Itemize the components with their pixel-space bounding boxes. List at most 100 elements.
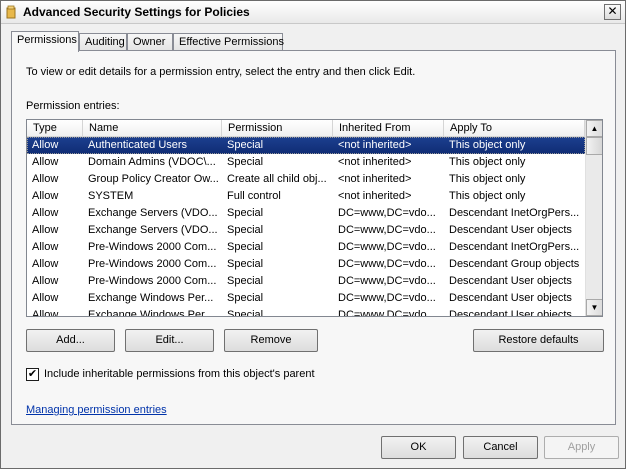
cell-permission: Special: [227, 139, 264, 151]
cell-name: Exchange Windows Per...: [88, 309, 214, 317]
list-rows: Allow Authenticated Users Special <not inhe…: [27, 137, 585, 317]
include-inheritable-checkbox[interactable]: ✔: [26, 368, 39, 381]
remove-button[interactable]: Remove: [224, 329, 318, 352]
cell-name: Exchange Windows Per...: [88, 292, 214, 304]
table-row[interactable]: Allow SYSTEM Full control <not inherited> Th…: [27, 188, 585, 205]
cell-apply-to: Descendant User objects: [449, 275, 572, 287]
cell-name: Domain Admins (VDOC\...: [88, 156, 216, 168]
cell-inherited-from: DC=www,DC=vdo...: [338, 241, 436, 253]
cell-permission: Full control: [227, 190, 281, 202]
cell-type: Allow: [32, 309, 59, 317]
column-header-type[interactable]: Type: [27, 120, 83, 137]
scroll-up-button[interactable]: ▲: [586, 120, 602, 137]
cell-name: Pre-Windows 2000 Com...: [88, 275, 217, 287]
window-title: Advanced Security Settings for Policies: [23, 5, 250, 19]
column-header-permission[interactable]: Permission: [222, 120, 333, 137]
cell-type: Allow: [32, 292, 59, 304]
cell-name: Pre-Windows 2000 Com...: [88, 241, 217, 253]
cell-permission: Special: [227, 292, 264, 304]
column-header-inherited-from[interactable]: Inherited From: [333, 120, 444, 137]
cell-type: Allow: [32, 258, 59, 270]
cell-inherited-from: DC=www,DC=vdo...: [338, 258, 436, 270]
column-header-name[interactable]: Name: [83, 120, 222, 137]
include-inheritable-label: Include inheritable permissions from thi…: [44, 368, 315, 380]
cell-name: Exchange Servers (VDO...: [88, 224, 218, 236]
permission-entries-label: Permission entries:: [26, 100, 120, 112]
vertical-scrollbar[interactable]: ▲ ▼: [585, 120, 602, 316]
cell-apply-to: This object only: [449, 139, 526, 151]
cell-type: Allow: [32, 173, 59, 185]
cell-type: Allow: [32, 275, 59, 287]
cell-permission: Special: [227, 224, 264, 236]
cell-apply-to: Descendant User objects: [449, 292, 572, 304]
cell-inherited-from: DC=www,DC=vdo...: [338, 292, 436, 304]
table-row[interactable]: Allow Exchange Servers (VDO... Special DC=w…: [27, 205, 585, 222]
tab-auditing[interactable]: Auditing: [79, 33, 127, 51]
edit-button[interactable]: Edit...: [125, 329, 214, 352]
cell-type: Allow: [32, 241, 59, 253]
cell-apply-to: This object only: [449, 173, 526, 185]
apply-button[interactable]: Apply: [544, 436, 619, 459]
cancel-button[interactable]: Cancel: [463, 436, 538, 459]
column-header-apply-to[interactable]: Apply To: [444, 120, 585, 137]
table-row[interactable]: Allow Exchange Windows Per... Special DC=ww…: [27, 307, 585, 317]
permission-entries-list[interactable]: Type Name Permission Inherited From Appl…: [26, 119, 603, 317]
table-row[interactable]: Allow Pre-Windows 2000 Com... Special DC=ww…: [27, 256, 585, 273]
cell-permission: Special: [227, 258, 264, 270]
table-row[interactable]: Allow Pre-Windows 2000 Com... Special DC=ww…: [27, 273, 585, 290]
cell-inherited-from: <not inherited>: [338, 190, 412, 202]
table-row[interactable]: Allow Pre-Windows 2000 Com... Special DC=ww…: [27, 239, 585, 256]
cell-apply-to: This object only: [449, 156, 526, 168]
tab-effective-permissions[interactable]: Effective Permissions: [173, 33, 284, 51]
cell-inherited-from: <not inherited>: [338, 139, 412, 151]
intro-text: To view or edit details for a permission…: [26, 66, 416, 78]
cell-type: Allow: [32, 207, 59, 219]
ok-button[interactable]: OK: [381, 436, 456, 459]
title-bar[interactable]: Advanced Security Settings for Policies …: [1, 1, 625, 24]
cell-inherited-from: DC=www,DC=vdo...: [338, 207, 436, 219]
table-row[interactable]: Allow Exchange Windows Per... Special DC=ww…: [27, 290, 585, 307]
cell-apply-to: Descendant User objects: [449, 309, 572, 317]
cell-inherited-from: <not inherited>: [338, 156, 412, 168]
scroll-thumb[interactable]: [586, 137, 602, 155]
cell-permission: Special: [227, 241, 264, 253]
scroll-down-button[interactable]: ▼: [586, 299, 602, 316]
table-row[interactable]: Allow Authenticated Users Special <not inhe…: [27, 137, 585, 154]
cell-apply-to: This object only: [449, 190, 526, 202]
cell-name: Pre-Windows 2000 Com...: [88, 258, 217, 270]
cell-inherited-from: DC=www,DC=vdo...: [338, 309, 436, 317]
cell-apply-to: Descendant Group objects: [449, 258, 580, 270]
cell-type: Allow: [32, 224, 59, 236]
table-row[interactable]: Allow Exchange Servers (VDO... Special DC=w…: [27, 222, 585, 239]
cell-name: Authenticated Users: [88, 139, 188, 151]
permissions-panel: To view or edit details for a permission…: [11, 50, 616, 425]
table-row[interactable]: Allow Group Policy Creator Ow... Create al…: [27, 171, 585, 188]
tab-permissions[interactable]: Permissions: [11, 31, 79, 52]
restore-defaults-button[interactable]: Restore defaults: [473, 329, 604, 352]
dialog-window: Advanced Security Settings for Policies …: [0, 0, 626, 469]
cell-name: SYSTEM: [88, 190, 134, 202]
cell-inherited-from: DC=www,DC=vdo...: [338, 224, 436, 236]
cell-permission: Special: [227, 275, 264, 287]
cell-permission: Special: [227, 309, 264, 317]
cell-apply-to: Descendant InetOrgPers...: [449, 207, 580, 219]
close-button[interactable]: ✕: [604, 4, 621, 20]
tab-owner[interactable]: Owner: [127, 33, 173, 51]
cell-inherited-from: DC=www,DC=vdo...: [338, 275, 436, 287]
add-button[interactable]: Add...: [26, 329, 115, 352]
cell-name: Exchange Servers (VDO...: [88, 207, 218, 219]
table-row[interactable]: Allow Domain Admins (VDOC\... Special <not …: [27, 154, 585, 171]
help-link[interactable]: Managing permission entries: [26, 404, 167, 416]
cell-type: Allow: [32, 190, 59, 202]
cell-apply-to: Descendant InetOrgPers...: [449, 241, 580, 253]
cell-name: Group Policy Creator Ow...: [88, 173, 219, 185]
cell-apply-to: Descendant User objects: [449, 224, 572, 236]
list-header: Type Name Permission Inherited From Appl…: [27, 120, 585, 137]
cell-type: Allow: [32, 139, 59, 151]
cell-permission: Special: [227, 156, 264, 168]
cell-permission: Special: [227, 207, 264, 219]
folder-lock-icon: [6, 5, 16, 19]
cell-inherited-from: <not inherited>: [338, 173, 412, 185]
cell-type: Allow: [32, 156, 59, 168]
cell-permission: Create all child obj...: [227, 173, 327, 185]
